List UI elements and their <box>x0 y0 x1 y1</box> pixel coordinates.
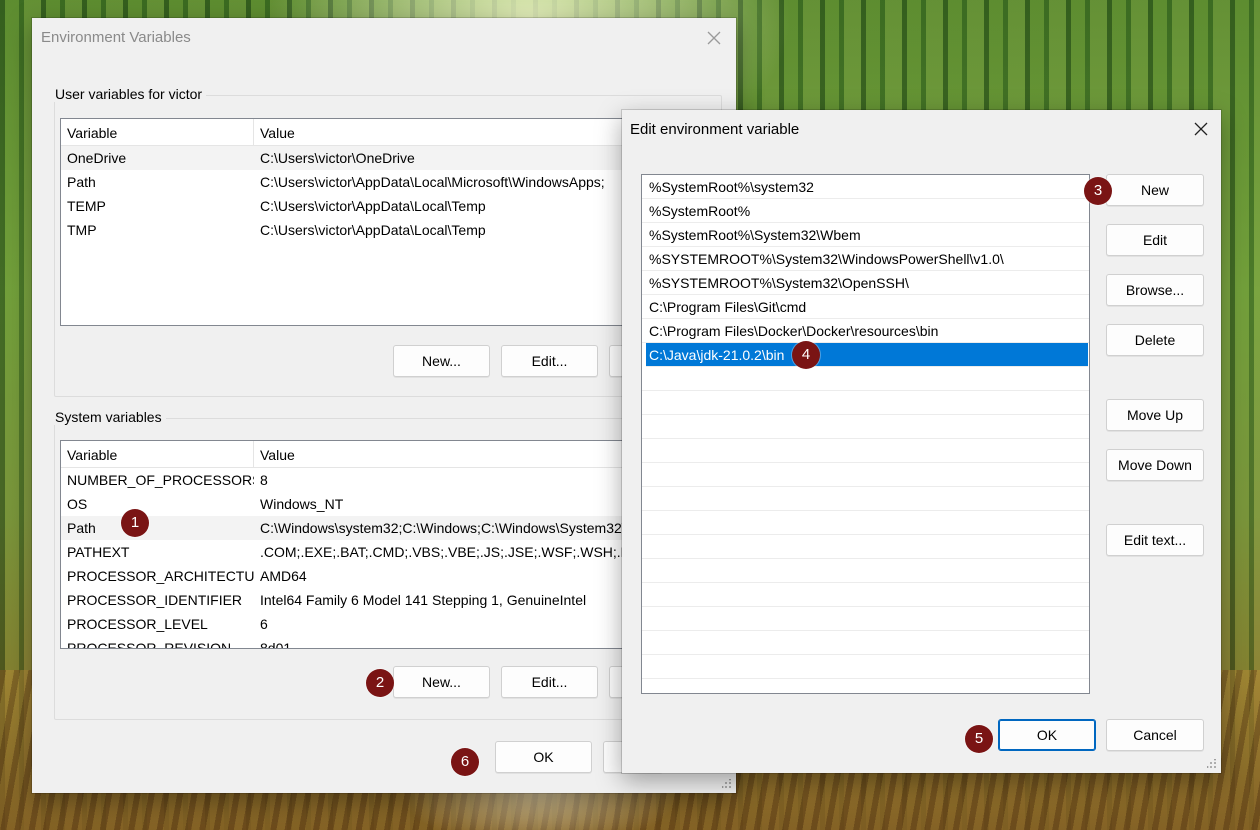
column-header-variable[interactable]: Variable <box>61 441 254 467</box>
dialog-title: Edit environment variable <box>630 121 800 138</box>
browse-button[interactable]: Browse... <box>1106 274 1204 306</box>
value-cell: 8d01 <box>260 640 292 649</box>
empty-row[interactable] <box>642 415 1089 439</box>
path-entry[interactable]: %SYSTEMROOT%\System32\OpenSSH\ <box>642 271 1089 295</box>
variable-cell: OS <box>67 496 88 512</box>
cancel-button[interactable]: Cancel <box>1106 719 1204 751</box>
path-entry[interactable]: C:\Program Files\Git\cmd <box>642 295 1089 319</box>
window-title: Environment Variables <box>41 29 191 46</box>
empty-row[interactable] <box>642 391 1089 415</box>
empty-row[interactable] <box>642 559 1089 583</box>
table-row[interactable]: Path C:\Users\victor\AppData\Local\Micro… <box>61 170 681 194</box>
variable-cell: TEMP <box>67 198 106 214</box>
new-path-button[interactable]: New <box>1106 174 1204 206</box>
table-row[interactable]: PROCESSOR_IDENTIFIER Intel64 Family 6 Mo… <box>61 588 681 612</box>
step-badge-4: 4 <box>792 341 820 369</box>
env-ok-button[interactable]: OK <box>495 741 592 773</box>
table-row[interactable]: TMP C:\Users\victor\AppData\Local\Temp <box>61 218 681 242</box>
step-badge-2: 2 <box>366 669 394 697</box>
step-badge-6: 6 <box>451 748 479 776</box>
table-row[interactable]: PROCESSOR_LEVEL 6 <box>61 612 681 636</box>
table-row[interactable]: OneDrive C:\Users\victor\OneDrive <box>61 146 681 170</box>
system-variables-label: System variables <box>54 409 166 425</box>
path-entry-selected[interactable]: C:\Java\jdk-21.0.2\bin <box>646 343 1088 367</box>
user-variables-label: User variables for victor <box>54 86 207 102</box>
empty-row[interactable] <box>642 535 1089 559</box>
value-cell: C:\Users\victor\AppData\Local\Microsoft\… <box>260 174 605 190</box>
table-row[interactable]: TEMP C:\Users\victor\AppData\Local\Temp <box>61 194 681 218</box>
variable-cell: Path <box>67 174 96 190</box>
move-up-button[interactable]: Move Up <box>1106 399 1204 431</box>
empty-row[interactable] <box>642 367 1089 391</box>
table-header: Variable Value <box>61 119 681 146</box>
variable-cell: PATHEXT <box>67 544 130 560</box>
close-icon[interactable] <box>702 26 726 50</box>
value-cell: AMD64 <box>260 568 307 584</box>
resize-grip-icon[interactable] <box>1207 759 1217 769</box>
system-new-button[interactable]: New... <box>393 666 490 698</box>
variable-cell: PROCESSOR_REVISION <box>67 640 232 649</box>
path-entry[interactable]: C:\Program Files\Docker\Docker\resources… <box>642 319 1089 343</box>
table-row[interactable]: PATHEXT .COM;.EXE;.BAT;.CMD;.VBS;.VBE;.J… <box>61 540 681 564</box>
value-cell: C:\Users\victor\AppData\Local\Temp <box>260 198 486 214</box>
value-cell: Intel64 Family 6 Model 141 Stepping 1, G… <box>260 592 587 608</box>
empty-row[interactable] <box>642 487 1089 511</box>
empty-row[interactable] <box>642 583 1089 607</box>
empty-row[interactable] <box>642 655 1089 679</box>
variable-cell: NUMBER_OF_PROCESSORS <box>67 472 254 488</box>
path-entry[interactable]: %SystemRoot%\System32\Wbem <box>642 223 1089 247</box>
path-entry[interactable]: %SYSTEMROOT%\System32\WindowsPowerShell\… <box>642 247 1089 271</box>
title-bar: Environment Variables <box>32 18 736 58</box>
variable-cell: PROCESSOR_IDENTIFIER <box>67 592 243 608</box>
edit-path-button[interactable]: Edit <box>1106 224 1204 256</box>
value-cell: 8 <box>260 472 268 488</box>
table-row-path[interactable]: Path C:\Windows\system32;C:\Windows;C:\W… <box>61 516 681 540</box>
empty-row[interactable] <box>642 511 1089 535</box>
empty-row[interactable] <box>642 439 1089 463</box>
empty-row[interactable] <box>642 463 1089 487</box>
value-cell: C:\Windows\system32;C:\Windows;C:\Window… <box>260 520 670 536</box>
empty-row[interactable] <box>642 607 1089 631</box>
path-entry[interactable]: %SystemRoot%\system32 <box>642 175 1089 199</box>
table-row[interactable]: PROCESSOR_ARCHITECTU... AMD64 <box>61 564 681 588</box>
empty-row[interactable] <box>642 631 1089 655</box>
variable-cell: OneDrive <box>67 150 127 166</box>
table-row[interactable]: NUMBER_OF_PROCESSORS 8 <box>61 468 681 492</box>
path-entries-list[interactable]: %SystemRoot%\system32 %SystemRoot% %Syst… <box>641 174 1090 694</box>
move-down-button[interactable]: Move Down <box>1106 449 1204 481</box>
value-cell: C:\Users\victor\AppData\Local\Temp <box>260 222 486 238</box>
title-bar: Edit environment variable <box>622 110 1221 150</box>
column-header-variable[interactable]: Variable <box>61 119 254 145</box>
value-cell: .COM;.EXE;.BAT;.CMD;.VBS;.VBE;.JS;.JSE;.… <box>260 544 652 560</box>
step-badge-5: 5 <box>965 725 993 753</box>
table-row[interactable]: PROCESSOR_REVISION 8d01 <box>61 636 681 649</box>
user-edit-button[interactable]: Edit... <box>501 345 598 377</box>
value-cell: Windows_NT <box>260 496 344 512</box>
variable-cell: Path <box>67 520 96 536</box>
user-new-button[interactable]: New... <box>393 345 490 377</box>
table-header: Variable Value <box>61 441 681 468</box>
variable-cell: TMP <box>67 222 97 238</box>
delete-path-button[interactable]: Delete <box>1106 324 1204 356</box>
edit-environment-variable-dialog: Edit environment variable %SystemRoot%\s… <box>622 110 1221 773</box>
edit-text-button[interactable]: Edit text... <box>1106 524 1204 556</box>
user-variables-table[interactable]: Variable Value OneDrive C:\Users\victor\… <box>60 118 682 326</box>
value-cell: 6 <box>260 616 268 632</box>
resize-grip-icon[interactable] <box>722 779 732 789</box>
column-header-value[interactable]: Value <box>254 441 295 467</box>
column-header-value[interactable]: Value <box>254 119 295 145</box>
table-row[interactable]: OS Windows_NT <box>61 492 681 516</box>
value-cell: C:\Users\victor\OneDrive <box>260 150 415 166</box>
step-badge-3: 3 <box>1084 177 1112 205</box>
ok-button[interactable]: OK <box>998 719 1096 751</box>
path-entry[interactable]: %SystemRoot% <box>642 199 1089 223</box>
close-icon[interactable] <box>1189 117 1213 141</box>
system-edit-button[interactable]: Edit... <box>501 666 598 698</box>
variable-cell: PROCESSOR_LEVEL <box>67 616 208 632</box>
step-badge-1: 1 <box>121 509 149 537</box>
variable-cell: PROCESSOR_ARCHITECTU... <box>67 568 254 584</box>
system-variables-table[interactable]: Variable Value NUMBER_OF_PROCESSORS 8 OS… <box>60 440 682 649</box>
